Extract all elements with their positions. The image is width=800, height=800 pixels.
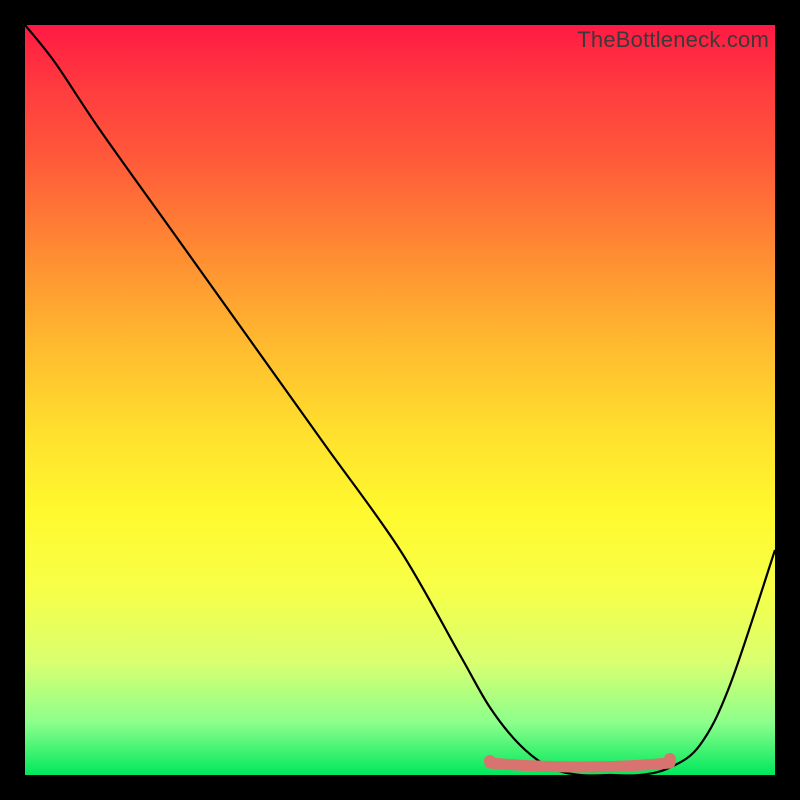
highlight-segment	[490, 763, 670, 767]
chart-plot-area: TheBottleneck.com	[25, 25, 775, 775]
highlight-start-dot	[484, 755, 496, 767]
chart-svg	[25, 25, 775, 775]
highlight-end-dot	[664, 753, 676, 765]
bottleneck-curve	[25, 25, 775, 775]
